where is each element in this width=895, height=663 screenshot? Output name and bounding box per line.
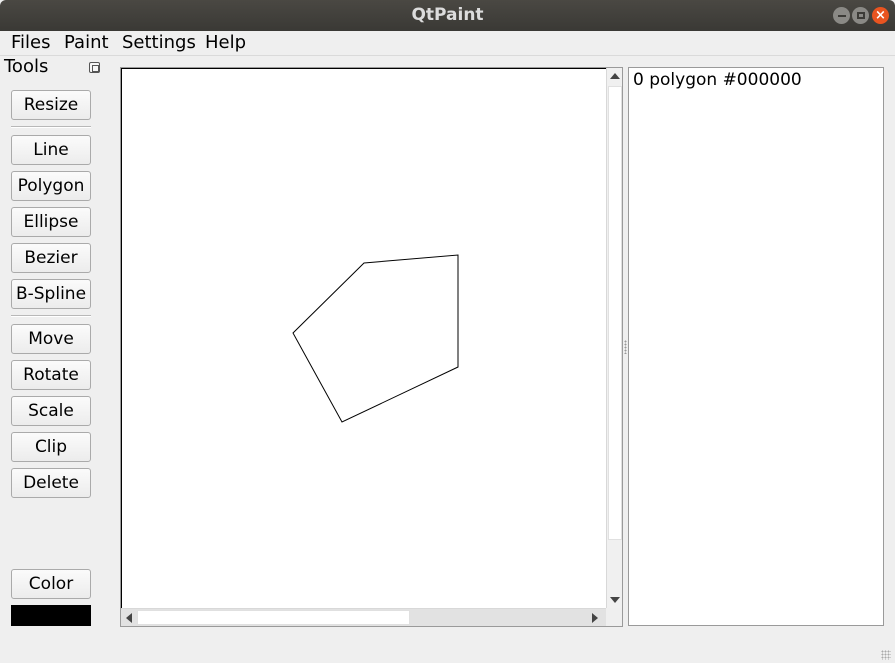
shape-list[interactable]: 0 polygon #000000	[628, 67, 884, 626]
size-grip-icon[interactable]	[881, 650, 891, 660]
ellipse-button[interactable]: Ellipse	[11, 207, 91, 237]
close-button[interactable]: ×	[872, 7, 889, 24]
scroll-up-icon[interactable]	[610, 73, 620, 79]
color-button[interactable]: Color	[11, 569, 91, 599]
bezier-button[interactable]: Bezier	[11, 243, 91, 273]
vertical-scrollbar[interactable]	[606, 68, 622, 608]
scroll-right-icon[interactable]	[592, 613, 598, 623]
delete-button[interactable]: Delete	[11, 468, 91, 498]
scroll-left-icon[interactable]	[126, 613, 132, 623]
scale-button[interactable]: Scale	[11, 396, 91, 426]
menu-paint[interactable]: Paint	[64, 33, 109, 53]
horizontal-scrollbar[interactable]	[121, 608, 606, 626]
menu-bar: Files Paint Settings Help	[0, 31, 895, 56]
window-title: QtPaint	[411, 5, 484, 25]
window-title-bar: QtPaint	[0, 0, 895, 31]
menu-files[interactable]: Files	[11, 33, 51, 53]
maximize-button[interactable]	[852, 7, 869, 24]
rotate-button[interactable]: Rotate	[11, 360, 91, 390]
minimize-icon	[837, 14, 846, 17]
minimize-button[interactable]	[833, 7, 850, 24]
scroll-corner	[606, 608, 622, 626]
splitter-handle[interactable]	[624, 340, 627, 354]
resize-button[interactable]: Resize	[11, 90, 91, 120]
tools-dock-title: Tools	[4, 56, 49, 77]
canvas-svg	[292, 254, 459, 423]
line-button[interactable]: Line	[11, 135, 91, 165]
vertical-scroll-thumb[interactable]	[608, 86, 622, 540]
scroll-down-icon[interactable]	[610, 597, 620, 603]
maximize-icon	[856, 12, 865, 19]
move-button[interactable]: Move	[11, 324, 91, 354]
bspline-button[interactable]: B-Spline	[11, 279, 91, 309]
current-color-swatch	[11, 605, 91, 626]
horizontal-scroll-thumb[interactable]	[137, 610, 410, 625]
polygon-button[interactable]: Polygon	[11, 171, 91, 201]
dock-float-icon[interactable]	[89, 62, 100, 73]
menu-help[interactable]: Help	[205, 33, 246, 53]
menu-settings[interactable]: Settings	[122, 33, 196, 53]
polygon-shape-0[interactable]	[292, 254, 459, 423]
list-item[interactable]: 0 polygon #000000	[633, 69, 802, 91]
clip-button[interactable]: Clip	[11, 432, 91, 462]
close-icon: ×	[875, 8, 886, 23]
drawing-canvas[interactable]	[121, 68, 606, 608]
tools-separator	[11, 126, 91, 128]
tools-separator	[11, 315, 91, 317]
